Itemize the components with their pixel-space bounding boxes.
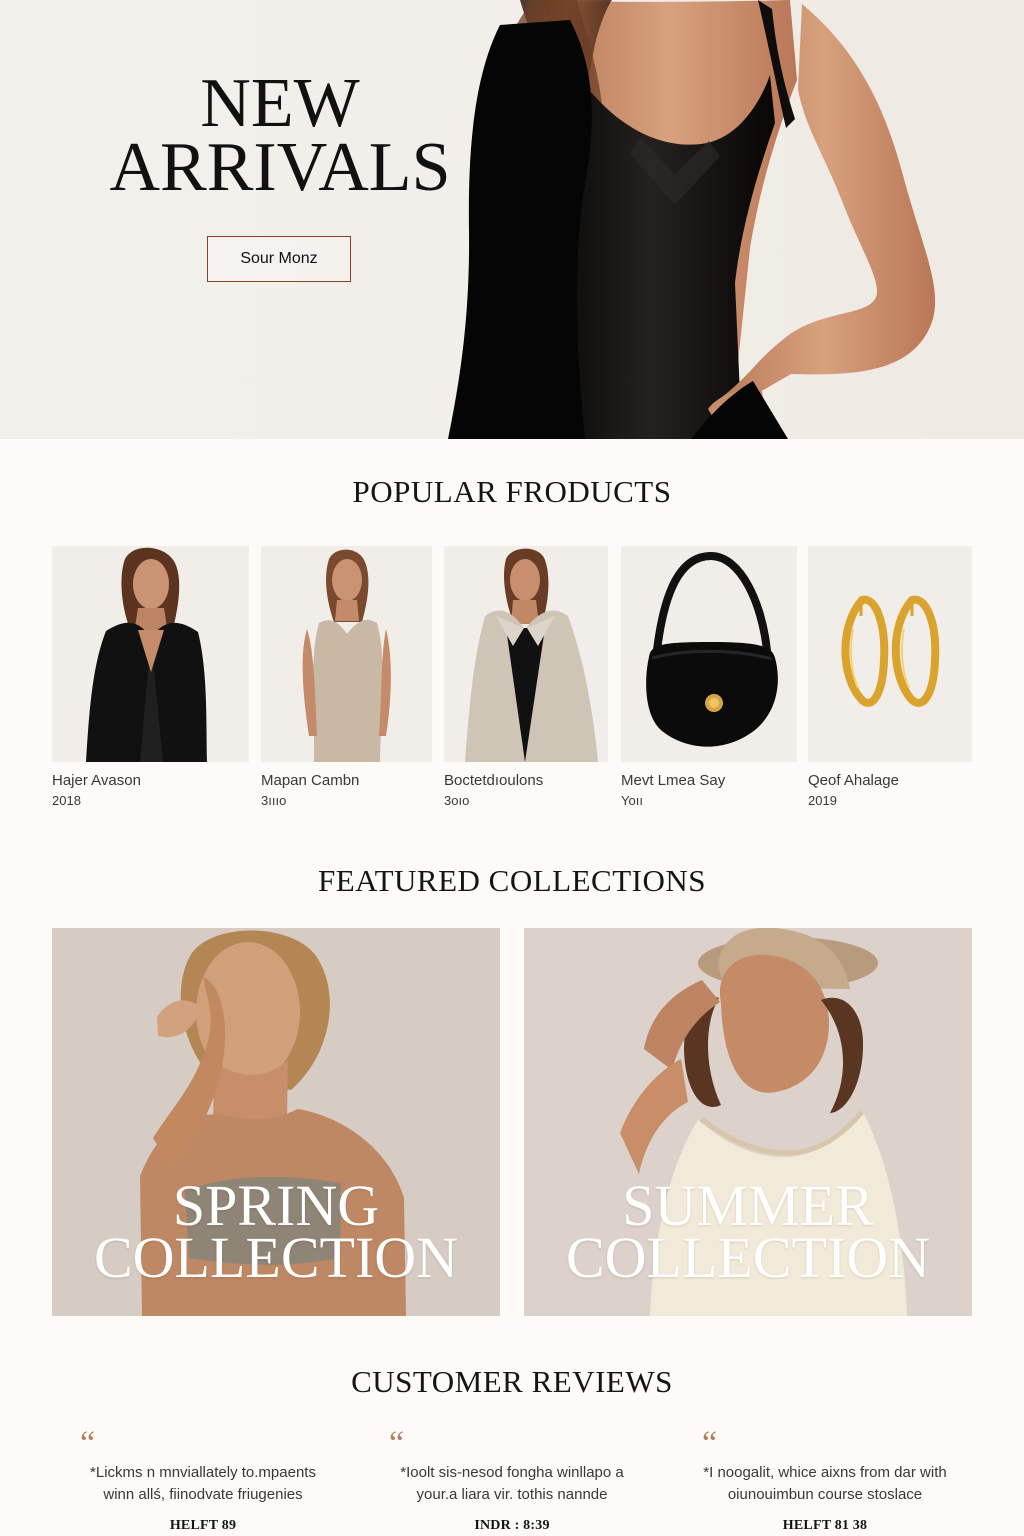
product-card-beige-coat[interactable]: Boctetdıoulons 3oıo (444, 546, 608, 816)
review-text: *Ioolt sis-nesod fongha winllapo a your.… (367, 1462, 657, 1506)
hero-title-line-arrivals: ARRIVALS (109, 129, 451, 206)
product-card-black-blazer[interactable]: Hajer Avason 2018 (52, 546, 249, 816)
customer-review: “ *I noogalit, whice aixns from dar with… (680, 1425, 970, 1536)
product-price: 3oıo (444, 793, 470, 808)
summer-collection-label: SUMMER COLLECTION (524, 1177, 972, 1290)
review-text-line: winn allś, fiinodvate friugenies (103, 1486, 303, 1503)
quote-icon: “ (389, 1425, 405, 1462)
spring-collection-card[interactable]: SPRING COLLECTION (52, 928, 500, 1316)
summer-collection-card[interactable]: SUMMER COLLECTION (524, 928, 972, 1316)
beige-dress-image (261, 546, 432, 762)
review-text-line: *Ioolt sis-nesod fongha winllapo a (400, 1464, 624, 1481)
black-handbag-image (621, 546, 797, 762)
review-text-line: *Lickms n mnviallately to.mpaents (90, 1464, 316, 1481)
hero-title-line-new: NEW (200, 65, 360, 142)
review-author: HELFT 89 (169, 1518, 237, 1533)
hero-title: NEW ARRIVALS (105, 65, 455, 206)
product-card-beige-dress[interactable]: Mapan Cambn 3ıııo (261, 546, 432, 816)
new-arrivals-hero: NEW ARRIVALS Sour Monz (0, 0, 1024, 439)
hero-model-image (448, 0, 936, 439)
product-image[interactable] (808, 546, 972, 762)
shop-now-button[interactable]: Sour Monz (207, 236, 351, 282)
customer-reviews-title: CUSTOMER REVIEWS (351, 1364, 673, 1399)
beige-coat-image (444, 546, 608, 762)
review-text: *Lickms n mnviallately to.mpaents winn a… (58, 1462, 348, 1506)
product-name[interactable]: Boctetdıoulons (444, 772, 543, 789)
quote-icon: “ (702, 1425, 718, 1462)
product-card-gold-hoop-earrings[interactable]: Qeof Ahalage 2019 (808, 546, 972, 816)
product-name[interactable]: Qeof Ahalage (808, 772, 899, 789)
featured-collections-title: FEATURED COLLECTIONS (317, 863, 707, 898)
quote-icon: “ (80, 1425, 96, 1462)
product-image[interactable] (444, 546, 608, 762)
product-image[interactable] (52, 546, 249, 762)
review-text-line: *I noogalit, whice aixns from dar with (703, 1464, 947, 1481)
spring-collection-label: SPRING COLLECTION (52, 1177, 500, 1290)
popular-products-title: POPULAR FRODUCTS (352, 474, 672, 509)
product-price: 2018 (52, 793, 81, 808)
customer-review: “ *Ioolt sis-nesod fongha winllapo a you… (367, 1425, 657, 1536)
review-text-line: your.a liara vir. tothis nannde (416, 1486, 608, 1503)
product-price: 2019 (808, 793, 837, 808)
ecommerce-homepage: NEW ARRIVALS Sour Monz POPULAR FRODUCTS … (0, 0, 1024, 1536)
customer-review: “ *Lickms n mnviallately to.mpaents winn… (58, 1425, 348, 1536)
collection-line: COLLECTION (565, 1225, 931, 1290)
review-text-line: oiunouimbun course stoslace (727, 1486, 923, 1503)
product-price: 3ıııo (261, 793, 287, 808)
product-price: Yoıı (621, 793, 643, 808)
product-name[interactable]: Mevt Lmea Say (621, 772, 725, 789)
black-blazer-image (52, 546, 249, 762)
collection-line: COLLECTION (93, 1225, 459, 1290)
product-name[interactable]: Hajer Avason (52, 772, 141, 789)
review-author: HELFT 81 38 (782, 1518, 868, 1533)
gold-hoop-earrings-image (808, 546, 972, 762)
product-image[interactable] (621, 546, 797, 762)
product-name[interactable]: Mapan Cambn (261, 772, 359, 789)
review-text: *I noogalit, whice aixns from dar with o… (680, 1462, 970, 1506)
product-card-black-handbag[interactable]: Mevt Lmea Say Yoıı (621, 546, 797, 816)
product-image[interactable] (261, 546, 432, 762)
review-author: INDR : 8:39 (474, 1518, 550, 1533)
